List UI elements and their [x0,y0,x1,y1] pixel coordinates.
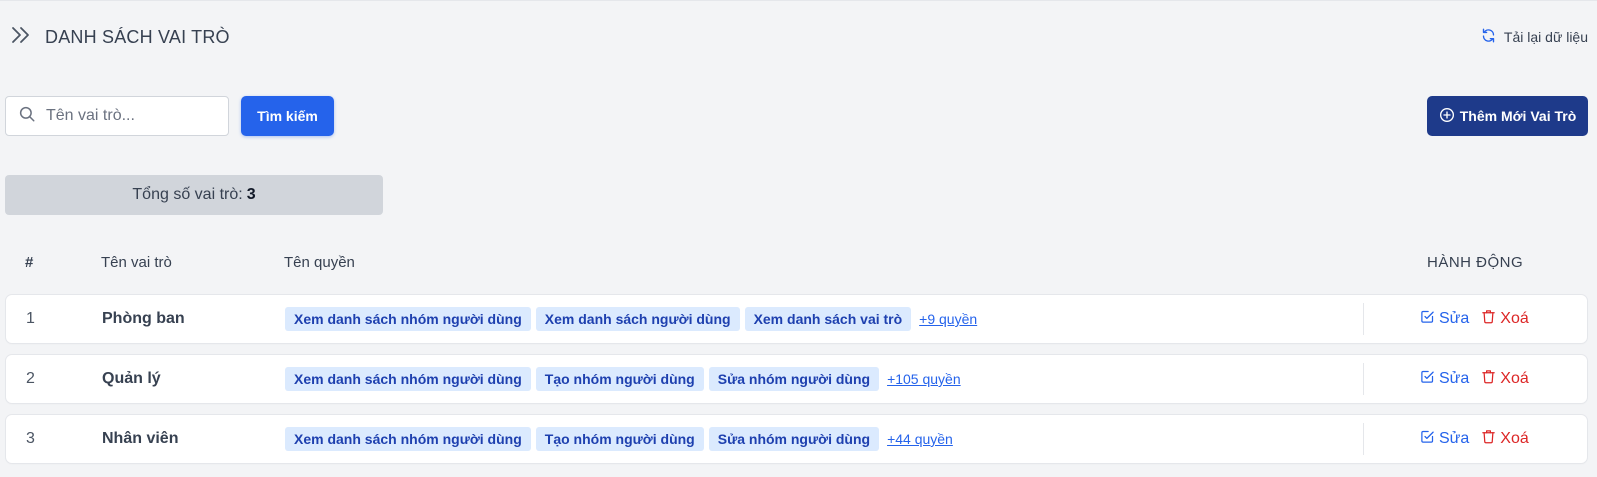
permission-tag: Sửa nhóm người dùng [708,367,880,391]
edit-icon [1420,309,1435,329]
edit-label: Sửa [1439,430,1470,447]
edit-button[interactable]: Sửa [1420,309,1469,329]
row-index: 3 [26,430,35,447]
permission-tag: Tạo nhóm người dùng [535,427,704,451]
permission-tag: Xem danh sách nhóm người dùng [285,367,531,391]
column-header-role-name: Tên vai trò [101,254,172,271]
trash-icon [1481,309,1496,329]
edit-label: Sửa [1439,370,1470,387]
permission-tag: Xem danh sách người dùng [535,307,740,331]
edit-label: Sửa [1439,310,1470,327]
total-roles-label: Tổng số vai trò: [132,186,243,203]
reload-label: Tải lại dữ liệu [1503,29,1588,45]
total-roles-summary: Tổng số vai trò: 3 [5,175,383,215]
permission-tag: Sửa nhóm người dùng [708,427,880,451]
search-button[interactable]: Tìm kiếm [241,96,334,136]
delete-button[interactable]: Xoá [1481,369,1529,389]
permission-tag: Xem danh sách vai trò [744,307,912,331]
column-header-index: # [25,254,34,271]
delete-label: Xoá [1500,430,1529,447]
more-permissions-link[interactable]: +105 quyền [887,371,961,387]
add-role-button[interactable]: Thêm Mới Vai Trò [1427,96,1588,136]
row-actions: Sửa Xoá [1420,355,1529,403]
column-divider [1363,303,1364,335]
edit-icon [1420,429,1435,449]
trash-icon [1481,369,1496,389]
refresh-icon [1481,28,1496,46]
total-roles-count: 3 [246,186,256,203]
column-divider [1363,363,1364,395]
permission-list: Xem danh sách nhóm người dùng Tạo nhóm n… [285,427,953,451]
top-divider [0,0,1597,1]
permission-tag: Tạo nhóm người dùng [535,367,704,391]
permission-tag: Xem danh sách nhóm người dùng [285,307,531,331]
table-row: 3 Nhân viên Xem danh sách nhóm người dùn… [6,415,1587,463]
more-permissions-link[interactable]: +9 quyền [919,311,977,327]
edit-button[interactable]: Sửa [1420,429,1469,449]
search-icon [18,105,36,128]
page-title: DANH SÁCH VAI TRÒ [45,27,230,47]
table-row: 1 Phòng ban Xem danh sách nhóm người dùn… [6,295,1587,343]
permission-list: Xem danh sách nhóm người dùng Tạo nhóm n… [285,367,961,391]
search-box [5,96,229,136]
more-permissions-link[interactable]: +44 quyền [887,431,953,447]
role-name: Nhân viên [102,430,179,447]
add-role-label: Thêm Mới Vai Trò [1459,108,1577,124]
permission-list: Xem danh sách nhóm người dùng Xem danh s… [285,307,977,331]
search-input[interactable] [46,107,206,125]
delete-button[interactable]: Xoá [1481,309,1529,329]
edit-icon [1420,369,1435,389]
row-actions: Sửa Xoá [1420,295,1529,343]
column-header-actions: HÀNH ĐỘNG [1427,254,1524,271]
column-divider [1363,423,1364,455]
trash-icon [1481,429,1496,449]
column-header-permissions: Tên quyền [284,254,355,271]
delete-label: Xoá [1500,370,1529,387]
double-chevron-right-icon [10,26,32,49]
row-actions: Sửa Xoá [1420,415,1529,463]
edit-button[interactable]: Sửa [1420,369,1469,389]
plus-circle-icon [1439,107,1455,126]
permission-tag: Xem danh sách nhóm người dùng [285,427,531,451]
table-row: 2 Quản lý Xem danh sách nhóm người dùng … [6,355,1587,403]
delete-button[interactable]: Xoá [1481,429,1529,449]
delete-label: Xoá [1500,310,1529,327]
sidebar-toggle-button[interactable] [9,26,33,48]
row-index: 1 [26,310,35,327]
role-name: Quản lý [102,370,161,387]
role-name: Phòng ban [102,310,185,327]
row-index: 2 [26,370,35,387]
reload-button[interactable]: Tải lại dữ liệu [1481,27,1588,47]
